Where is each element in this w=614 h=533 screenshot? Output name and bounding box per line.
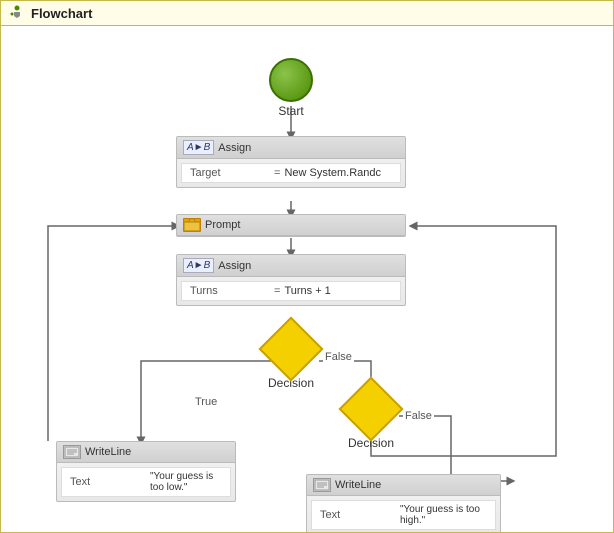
assign2-eq: = xyxy=(274,285,280,297)
prompt-label: Prompt xyxy=(205,219,240,231)
assign1-key: Target xyxy=(190,167,270,179)
assign1-row: Target = New System.Randc xyxy=(181,163,401,183)
writeline2-icon xyxy=(313,478,331,492)
start-node: Start xyxy=(269,58,313,118)
false2-label: False xyxy=(403,410,434,422)
assign2-header: A►B Assign xyxy=(177,255,405,277)
start-circle xyxy=(269,58,313,102)
writeline2-title: WriteLine xyxy=(335,479,381,491)
diamond-1 xyxy=(258,316,323,381)
writeline2-header: WriteLine xyxy=(307,475,500,496)
writeline2-val: "Your guess is too high." xyxy=(400,504,487,526)
ab-icon-1: A►B xyxy=(183,140,214,155)
assign2-title: Assign xyxy=(218,260,251,272)
prompt-block[interactable]: Prompt xyxy=(176,214,406,237)
ab-icon-2: A►B xyxy=(183,258,214,273)
main-window: Flowchart xyxy=(0,0,614,533)
writeline-block-1[interactable]: WriteLine Text "Your guess is too low." xyxy=(56,441,236,502)
assign1-eq: = xyxy=(274,167,280,179)
writeline2-key: Text xyxy=(320,509,400,521)
assign1-header: A►B Assign xyxy=(177,137,405,159)
writeline1-key: Text xyxy=(70,476,150,488)
assign2-key: Turns xyxy=(190,285,270,297)
writeline-block-2[interactable]: WriteLine Text "Your guess is too high." xyxy=(306,474,501,532)
writeline1-title: WriteLine xyxy=(85,446,131,458)
prompt-icon xyxy=(183,218,201,232)
assign-block-2[interactable]: A►B Assign Turns = Turns + 1 xyxy=(176,254,406,306)
prompt-header: Prompt xyxy=(177,215,405,236)
assign1-title: Assign xyxy=(218,142,251,154)
assign2-row: Turns = Turns + 1 xyxy=(181,281,401,301)
decision-node-1[interactable]: Decision xyxy=(268,326,314,390)
assign1-val: New System.Randc xyxy=(284,167,381,179)
writeline1-header: WriteLine xyxy=(57,442,235,463)
true-label: True xyxy=(193,396,219,408)
assign2-val: Turns + 1 xyxy=(284,285,330,297)
window-title: Flowchart xyxy=(31,6,92,21)
flowchart-icon xyxy=(9,5,25,21)
writeline1-icon xyxy=(63,445,81,459)
decision-node-2[interactable]: Decision xyxy=(348,386,394,450)
start-label: Start xyxy=(278,104,303,118)
writeline1-row: Text "Your guess is too low." xyxy=(61,467,231,497)
writeline2-row: Text "Your guess is too high." xyxy=(311,500,496,530)
title-bar: Flowchart xyxy=(1,1,613,26)
assign-block-1[interactable]: A►B Assign Target = New System.Randc xyxy=(176,136,406,188)
writeline1-val: "Your guess is too low." xyxy=(150,471,222,493)
false1-label: False xyxy=(323,351,354,363)
canvas: Start A►B Assign Target = New System.Ran… xyxy=(1,26,613,532)
diamond-2 xyxy=(338,376,403,441)
